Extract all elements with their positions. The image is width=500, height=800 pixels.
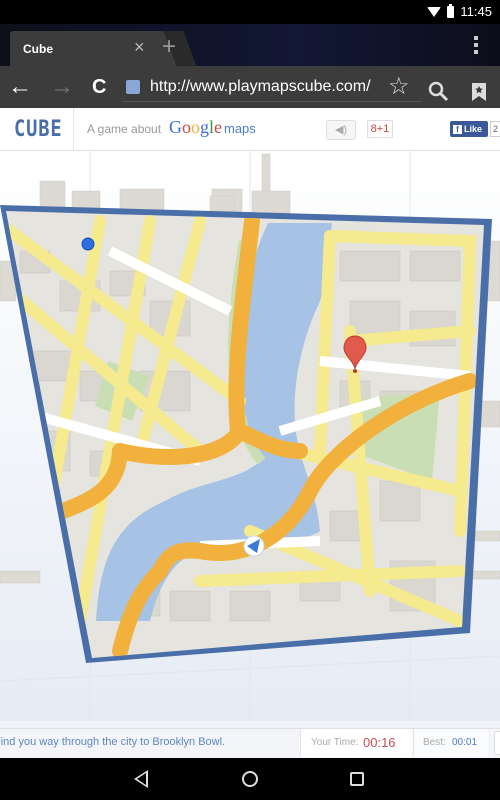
game-status-bar: Find you way through the city to Brookly… <box>0 728 500 758</box>
map-canvas[interactable] <box>0 151 500 721</box>
game-map-cube[interactable] <box>0 151 500 721</box>
facebook-icon: f <box>453 125 462 134</box>
cube-logo[interactable]: CUBE <box>14 117 62 142</box>
site-header: CUBE A game about Google maps ◀) 8+1 f Li… <box>0 108 500 151</box>
google-letter: e <box>214 117 223 137</box>
back-icon[interactable]: ← <box>8 72 32 102</box>
game-menu-button[interactable] <box>494 731 500 755</box>
overflow-menu-icon[interactable] <box>474 36 478 54</box>
status-bar: 11:45 <box>0 0 500 24</box>
your-time-box: Your Time: 00:16 <box>300 729 412 757</box>
forward-icon[interactable]: → <box>50 72 74 102</box>
google-plus-one-button[interactable]: 8+1 <box>367 120 393 138</box>
android-nav-bar <box>0 758 500 800</box>
search-icon[interactable] <box>428 77 450 107</box>
google-logo: Google <box>169 117 222 138</box>
url-bar[interactable]: http://www.playmapscube.com/ <box>122 74 422 102</box>
android-screen: 11:45 Cube × + ← → C http://www.playmaps… <box>0 0 500 800</box>
nav-back-icon[interactable] <box>134 770 148 788</box>
best-time-label: Best: <box>423 737 446 748</box>
bookmark-star-icon[interactable]: ☆ <box>388 72 410 102</box>
facebook-like-count: 2 <box>490 121 500 137</box>
web-page: CUBE A game about Google maps ◀) 8+1 f Li… <box>0 108 500 758</box>
site-favicon <box>126 80 140 94</box>
close-tab-icon[interactable]: × <box>134 37 145 58</box>
header-divider <box>73 108 74 151</box>
your-time-value: 00:16 <box>363 735 396 750</box>
google-letter: g <box>200 117 209 137</box>
bookmarks-icon[interactable] <box>471 77 487 107</box>
tab-title: Cube <box>23 42 53 56</box>
fb-like-label: Like <box>464 124 483 134</box>
best-time-box: Best: 00:01 <box>413 729 488 757</box>
game-instruction: Find you way through the city to Brookly… <box>0 736 226 748</box>
browser-toolbar: ← → C http://www.playmapscube.com/ ☆ <box>0 66 500 108</box>
sound-toggle-button[interactable]: ◀) <box>326 120 356 140</box>
player-location-marker <box>81 237 95 251</box>
navigation-arrow[interactable] <box>243 535 265 557</box>
google-letter: o <box>182 117 191 137</box>
url-text[interactable]: http://www.playmapscube.com/ <box>150 78 371 96</box>
best-time-value: 00:01 <box>452 737 478 748</box>
nav-home-icon[interactable] <box>242 771 258 787</box>
tab-cube[interactable]: Cube × <box>10 31 160 66</box>
google-letter: G <box>169 117 182 137</box>
tab-strip: Cube × + <box>0 24 500 66</box>
google-letter: o <box>191 117 200 137</box>
maps-word: maps <box>224 121 256 136</box>
facebook-like-button[interactable]: f Like <box>450 121 488 137</box>
wifi-icon <box>427 6 442 17</box>
new-tab-button[interactable]: + <box>162 33 176 61</box>
battery-icon <box>447 3 455 18</box>
nav-recents-icon[interactable] <box>350 772 364 786</box>
tagline: A game about <box>87 122 162 136</box>
reload-icon[interactable]: C <box>92 72 106 102</box>
your-time-label: Your Time: <box>311 737 359 748</box>
clock: 11:45 <box>460 4 492 19</box>
